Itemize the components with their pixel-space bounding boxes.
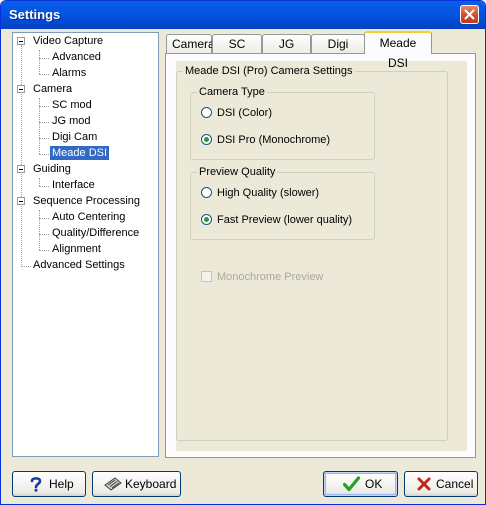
tree-connector [39,218,49,220]
radio-button[interactable] [201,134,212,145]
tree-connector [39,122,49,124]
close-button[interactable] [460,5,479,24]
cancel-button[interactable]: Cancel [404,471,478,497]
settings-tree[interactable]: Video Capture Advanced Alarms Camera SC … [12,32,159,457]
tab-digi-cam[interactable]: Digi Cam [311,34,365,69]
help-button[interactable]: Help [12,471,86,497]
keyboard-button[interactable]: Keyboard [92,471,181,497]
tab-panel: Meade DSI (Pro) Camera Settings Camera T… [165,53,476,458]
cancel-x-icon [417,477,431,491]
tree-item-interface[interactable]: Interface [50,178,97,192]
tree-item-guiding[interactable]: Guiding [31,162,73,176]
radio-label: High Quality (slower) [217,187,320,199]
collapse-icon[interactable] [17,85,25,93]
tree-item-meade-dsi[interactable]: Meade DSI [50,146,110,160]
tree-item-video-capture[interactable]: Video Capture [31,34,105,48]
checkbox-label: Monochrome Preview [217,271,324,283]
keyboard-label: Keyboard [125,477,177,491]
help-icon [30,477,42,492]
title-bar[interactable]: Settings [1,1,485,29]
settings-window: Settings Video Capture Advanced Alarms C [0,0,486,505]
panel-content: Meade DSI (Pro) Camera Settings Camera T… [176,61,467,451]
tree-connector [39,74,49,76]
radio-button[interactable] [201,214,212,225]
radio-button[interactable] [201,107,212,118]
tree-item-alignment[interactable]: Alignment [50,242,103,256]
tree-item-digi-cam[interactable]: Digi Cam [50,130,99,144]
collapse-icon[interactable] [17,37,25,45]
tree-connector [39,154,49,156]
preview-quality-title: Preview Quality [197,165,278,179]
close-icon [464,9,475,20]
camera-type-title: Camera Type [197,85,267,99]
group-title: Meade DSI (Pro) Camera Settings [183,64,355,78]
tree-connector [39,250,49,252]
preview-quality-group: Preview Quality High Quality (slower) Fa… [190,165,375,240]
collapse-icon[interactable] [17,165,25,173]
tree-item-sc-mod[interactable]: SC mod [50,98,94,112]
window-title: Settings [9,7,61,22]
help-label: Help [49,477,74,491]
tree-connector [39,234,49,236]
ok-label: OK [365,477,383,491]
ok-button[interactable]: OK [323,471,398,497]
tree-connector [39,178,41,186]
checkbox[interactable] [201,271,212,282]
camera-type-group: Camera Type DSI (Color) DSI Pro (Monochr… [190,85,375,160]
tab-camera[interactable]: Camera [166,34,215,53]
radio-label: Fast Preview (lower quality) [217,214,353,226]
tab-meade-dsi[interactable]: Meade DSI [364,31,432,70]
tree-connector [39,50,41,74]
tree-connector [21,266,31,268]
tab-sc-mod[interactable]: SC mod [212,34,262,69]
cancel-label: Cancel [436,477,474,491]
tree-item-quality-difference[interactable]: Quality/Difference [50,226,141,240]
tree-connector [21,45,23,267]
tree-item-advanced[interactable]: Advanced [50,50,103,64]
meade-dsi-settings-group: Meade DSI (Pro) Camera Settings Camera T… [176,64,448,441]
tab-jg-mod[interactable]: JG mod [262,34,311,69]
radio-label: DSI (Color) [217,107,273,119]
tree-connector [39,106,49,108]
tree-item-alarms[interactable]: Alarms [50,66,88,80]
radio-button[interactable] [201,187,212,198]
collapse-icon[interactable] [17,197,25,205]
tree-item-camera[interactable]: Camera [31,82,74,96]
tree-item-sequence-processing[interactable]: Sequence Processing [31,194,142,208]
tree-item-jg-mod[interactable]: JG mod [50,114,93,128]
tree-connector [39,58,49,60]
radio-label: DSI Pro (Monochrome) [217,134,331,146]
tree-item-auto-centering[interactable]: Auto Centering [50,210,127,224]
tree-connector [39,186,49,188]
keyboard-icon [104,477,122,491]
checkmark-icon [343,476,360,492]
tree-connector [39,138,49,140]
tree-connector [39,210,41,250]
tree-item-advanced-settings[interactable]: Advanced Settings [31,258,127,272]
